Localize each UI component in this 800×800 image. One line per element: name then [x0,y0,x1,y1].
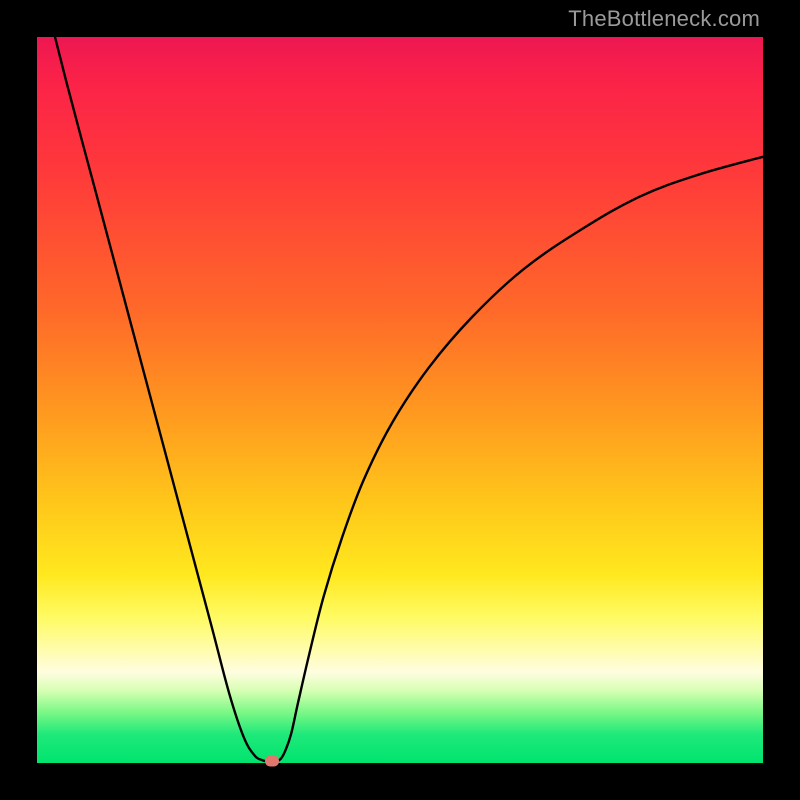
plot-area [37,37,763,763]
watermark-label: TheBottleneck.com [568,6,760,32]
chart-frame: TheBottleneck.com [0,0,800,800]
curve-svg [37,37,763,763]
optimal-point-marker [265,755,279,766]
bottleneck-curve [37,0,763,762]
